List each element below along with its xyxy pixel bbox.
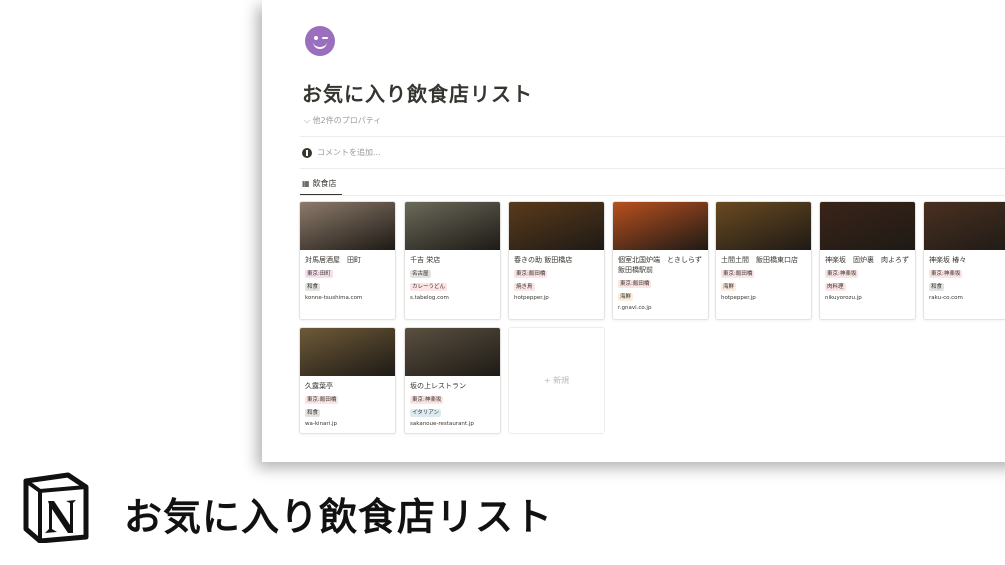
chevron-down-icon: ⌵ [304,116,311,125]
card-title: 春きの助 飯田橋店 [514,256,573,264]
card-tag: 海鮮 [721,283,737,291]
gallery-card[interactable]: 神楽坂 固炉裏 肉よろず 東京:神楽坂 肉料理 nikuyorozu.jp [819,201,916,320]
card-tag: 東京:神楽坂 [410,396,444,404]
winking-face-icon[interactable] [305,26,335,56]
banner-title: お気に入り飲食店リスト [124,495,554,539]
card-cover-image [509,202,604,250]
properties-toggle[interactable]: ⌵ 他2件のプロパティ [304,115,381,126]
card-url: raku-co.com [929,295,963,301]
comment-input[interactable]: コメントを追加... [302,147,381,158]
notion-logo-icon [23,472,89,543]
properties-toggle-label: 他2件のプロパティ [312,116,382,125]
card-cover-image [716,202,811,250]
gallery-card[interactable]: 坂の上レストラン 東京:神楽坂 イタリアン sakanoue-restaurant.j… [404,327,501,434]
divider [300,195,1005,196]
card-title: 対馬居酒屋 田町 [305,256,361,264]
card-tag: 名古屋 [410,270,431,278]
card-tag: カレーうどん [410,283,448,291]
card-cover-image [405,328,500,376]
divider [300,168,1005,169]
new-card-button[interactable]: + 新規 [508,327,605,434]
gallery-card[interactable]: 春きの助 飯田橋店 東京:飯田橋 焼き鳥 hotpepper.jp [508,201,605,320]
card-tag: 東京:田町 [305,270,333,278]
gallery-card[interactable]: 個室北国炉端 ときしらず 飯田橋駅前東京:飯田橋 海鮮 r.gnavi.co.jp [612,201,709,320]
card-tag: イタリアン [410,409,442,417]
card-title: 千吉 栄店 [410,256,441,264]
card-tag: 東京:飯田橋 [618,280,652,288]
card-tag: 東京:飯田橋 [514,270,548,278]
card-tag: 海鮮 [618,293,634,301]
gallery-card[interactable]: 神楽坂 椿々 東京:神楽坂 和食 raku-co.com [923,201,1005,320]
card-tag: 肉料理 [825,283,846,291]
card-url: s.tabelog.com [410,295,449,301]
notion-page-screenshot: お気に入り飲食店リスト ⌵ 他2件のプロパティ コメントを追加... ▦ 飲食店… [262,0,1005,462]
comment-placeholder: コメントを追加... [317,148,381,157]
tab-label: 飲食店 [312,179,337,188]
card-url: sakanoue-restaurant.jp [410,421,474,427]
card-tag: 東京:飯田橋 [305,396,339,404]
card-url: wa-kinari.jp [305,421,337,427]
card-title: 坂の上レストラン [410,382,466,390]
card-tag: 東京:神楽坂 [825,270,859,278]
card-cover-image [405,202,500,250]
card-url: r.gnavi.co.jp [618,305,652,311]
gallery-card[interactable]: 対馬居酒屋 田町 東京:田町和食 konne-tsushima.com [299,201,396,320]
gallery-card[interactable]: 久露葉亭東京:飯田橋 和食 wa-kinari.jp [299,327,396,434]
card-url: nikuyorozu.jp [825,295,862,301]
card-url: hotpepper.jp [514,295,549,301]
card-tag: 和食 [929,283,945,291]
card-tag: 東京:神楽坂 [929,270,963,278]
page-title[interactable]: お気に入り飲食店リスト [302,78,533,107]
card-tag: 和食 [305,283,321,291]
card-title: 土間土間 飯田橋東口店 [721,256,798,264]
card-title: 個室北国炉端 ときしらず 飯田橋駅前 [618,256,702,274]
card-cover-image [820,202,915,250]
gallery-card[interactable]: 土間土間 飯田橋東口店 東京:飯田橋 海鮮 hotpepper.jp [715,201,812,320]
card-url: hotpepper.jp [721,295,756,301]
card-title: 神楽坂 固炉裏 肉よろず [825,256,909,264]
card-cover-image [300,328,395,376]
card-title: 神楽坂 椿々 [929,256,967,264]
card-cover-image [300,202,395,250]
card-title: 久露葉亭 [305,382,333,390]
avatar [302,147,312,158]
gallery-icon: ▦ [302,179,310,188]
card-cover-image [613,202,708,250]
card-cover-image [924,202,1005,250]
divider [300,136,1005,137]
card-tag: 東京:飯田橋 [721,270,755,278]
card-tag: 和食 [305,409,321,417]
gallery-card[interactable]: 千吉 栄店名古屋カレーうどん s.tabelog.com [404,201,501,320]
card-tag: 焼き鳥 [514,283,535,291]
tab-restaurants[interactable]: ▦ 飲食店 [302,178,337,189]
card-url: konne-tsushima.com [305,295,363,301]
new-card-label: + 新規 [543,376,570,385]
